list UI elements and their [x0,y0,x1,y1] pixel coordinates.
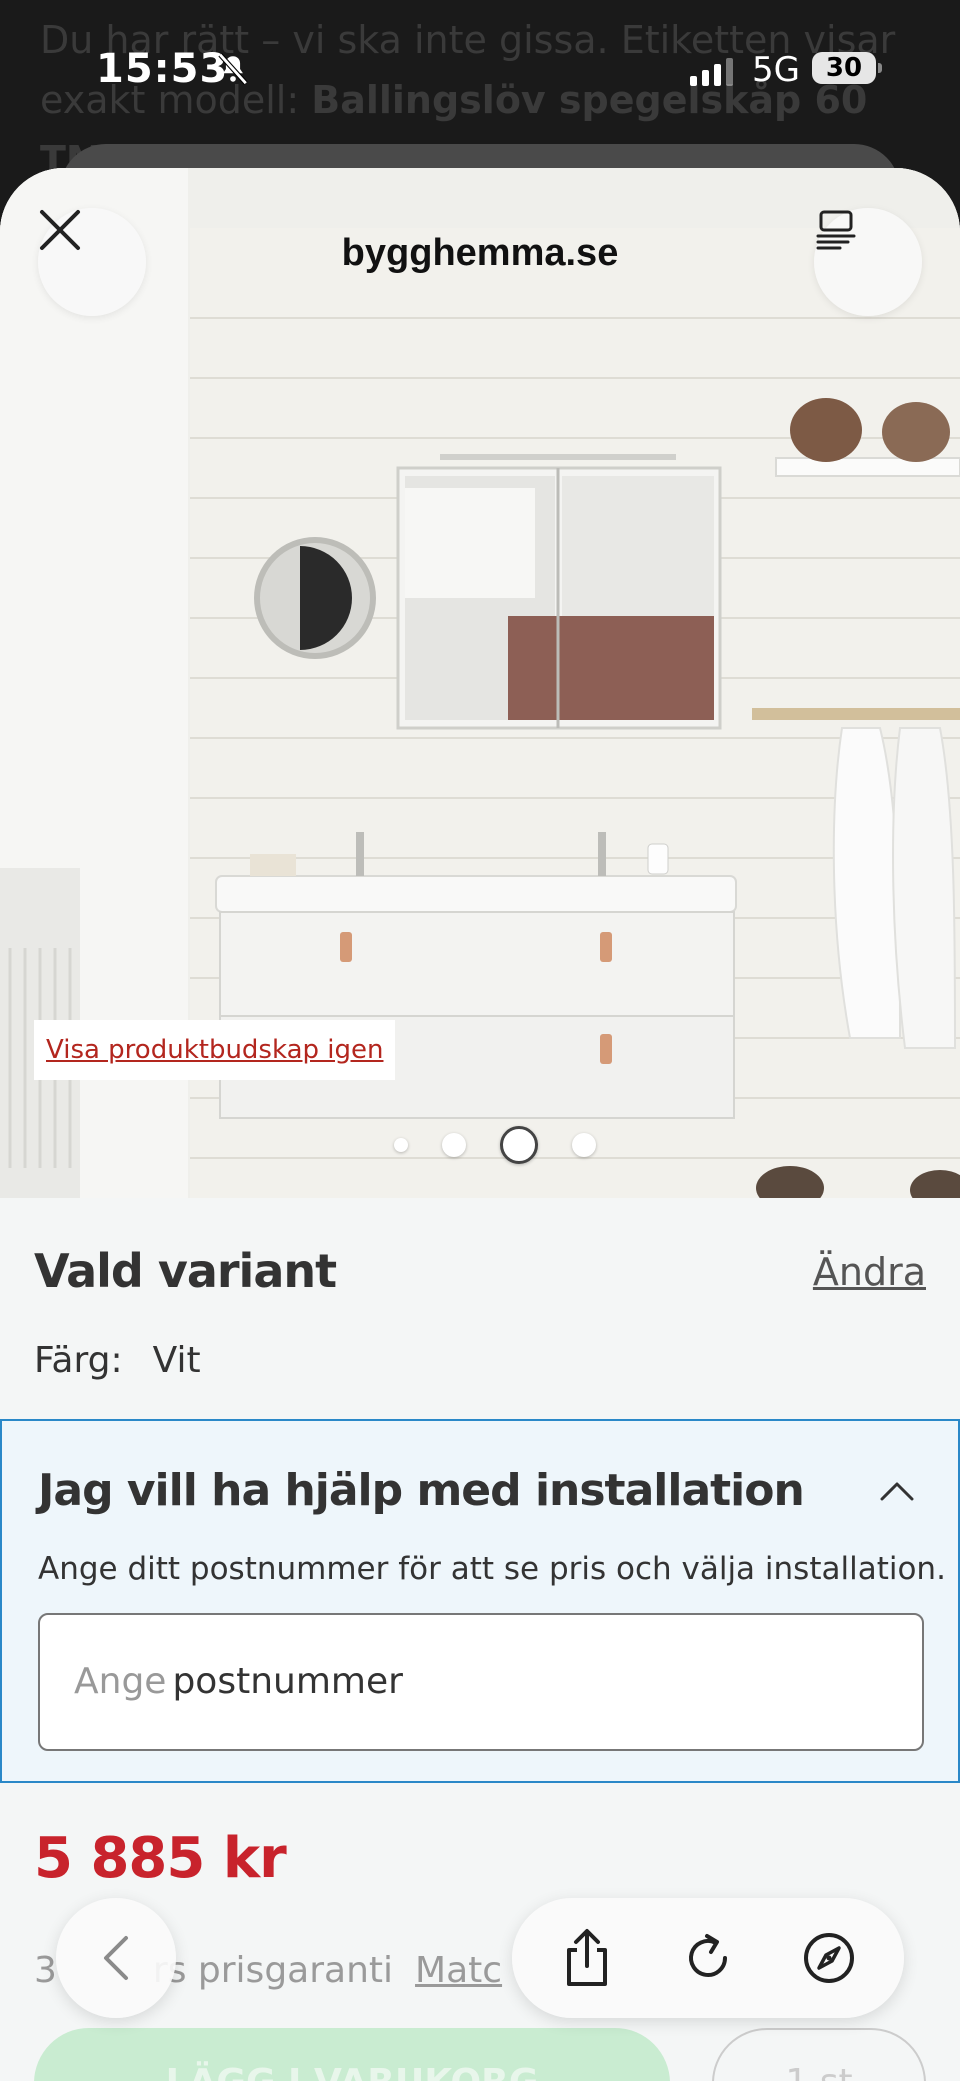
reader-mode-button[interactable] [814,208,922,316]
gallery-dot[interactable] [572,1133,596,1157]
guarantee-text: rs prisgaranti [152,1950,394,1991]
postal-code-placeholder: Ange [74,1661,167,1702]
price-match-link[interactable]: Matc [415,1950,502,1991]
installation-heading[interactable]: Jag vill ha hjälp med installation [38,1465,805,1516]
cellular-signal-icon [690,56,733,86]
share-button[interactable] [551,1922,623,1994]
back-button[interactable] [56,1898,176,2018]
color-label: Färg: [34,1340,123,1381]
color-value: Vit [152,1340,201,1381]
safari-toolbar [512,1898,904,2018]
reload-icon [688,1934,727,1977]
chevron-up-icon[interactable] [880,1481,914,1501]
share-icon [566,1929,607,1986]
battery-indicator: 30 [812,52,882,84]
color-row: Färg: Vit [34,1340,201,1381]
compass-icon [804,1933,855,1983]
change-variant-link[interactable]: Ändra [813,1250,926,1294]
gallery-pagination [0,1126,960,1164]
browser-sheet: bygghemma.se Visa produktbudskap igen Va… [0,168,960,2081]
bell-slash-icon [218,53,248,85]
network-type: 5G [752,50,800,90]
reload-button[interactable] [672,1922,744,1994]
installation-description: Ange ditt postnummer för att se pris och… [38,1551,946,1587]
postal-code-input[interactable]: Ange postnummer [38,1613,924,1751]
gallery-dot[interactable] [394,1138,408,1152]
show-product-message-link[interactable]: Visa produktbudskap igen [34,1020,396,1080]
status-time: 15:53 [96,46,229,92]
installation-panel: Jag vill ha hjälp med installation Ange … [0,1419,960,1783]
reader-icon [816,210,856,250]
gallery-dot[interactable] [442,1133,466,1157]
guarantee-prefix: 3 [34,1950,57,1991]
gallery-dot-active[interactable] [500,1126,538,1164]
compass-button[interactable] [793,1922,865,1994]
selected-variant-heading: Vald variant [34,1244,337,1298]
chevron-left-icon [104,1936,128,1980]
postal-code-value: postnummer [172,1661,403,1702]
product-image[interactable]: bygghemma.se Visa produktbudskap igen [0,168,960,1198]
quantity-selector[interactable]: 1 st [712,2028,926,2081]
add-to-cart-button[interactable]: LÄGG I VARUKORG [34,2028,670,2081]
product-price: 5 885 kr [34,1826,287,1891]
